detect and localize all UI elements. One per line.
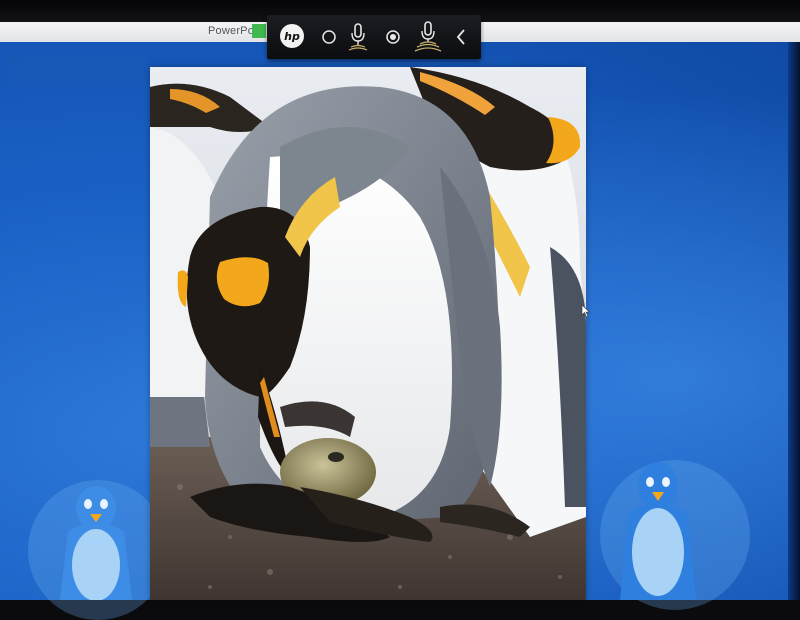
record-circle-icon[interactable] [319, 27, 339, 47]
app-title-accent [252, 24, 266, 38]
penguin-mascot-icon [600, 452, 750, 610]
app-title: PowerPo [208, 25, 255, 37]
hp-logo-text: hp [280, 24, 304, 48]
record-dot-icon[interactable] [383, 27, 403, 47]
slide-thumbnail-shadow [8, 54, 148, 86]
floating-toolbar: hp [267, 15, 481, 59]
penguin-mascot-icon [28, 470, 168, 620]
mouse-cursor-icon [581, 303, 591, 322]
hp-logo-icon[interactable]: hp [277, 21, 307, 51]
king-penguin-photo [150, 67, 586, 600]
chevron-left-icon[interactable] [451, 25, 471, 49]
microphone-icon[interactable] [343, 21, 373, 53]
screen-edge-shadow [788, 42, 800, 600]
microphone-active-icon[interactable] [411, 19, 445, 55]
